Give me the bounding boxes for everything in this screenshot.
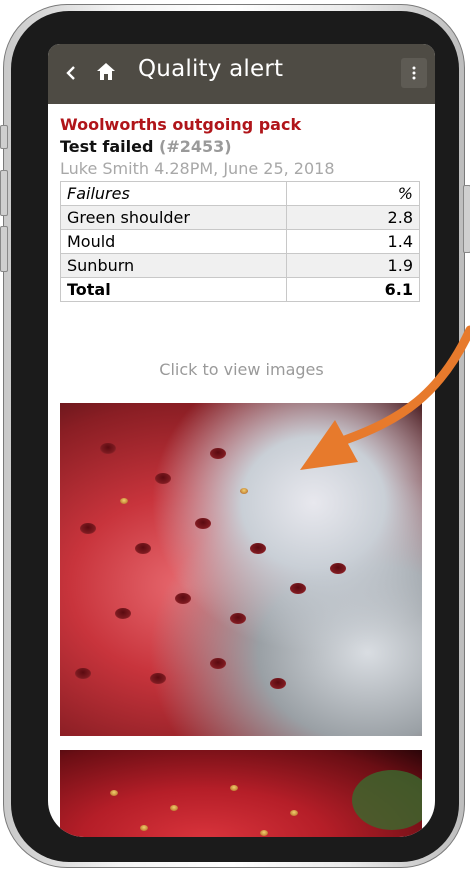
annotation-arrow-icon xyxy=(300,325,470,470)
